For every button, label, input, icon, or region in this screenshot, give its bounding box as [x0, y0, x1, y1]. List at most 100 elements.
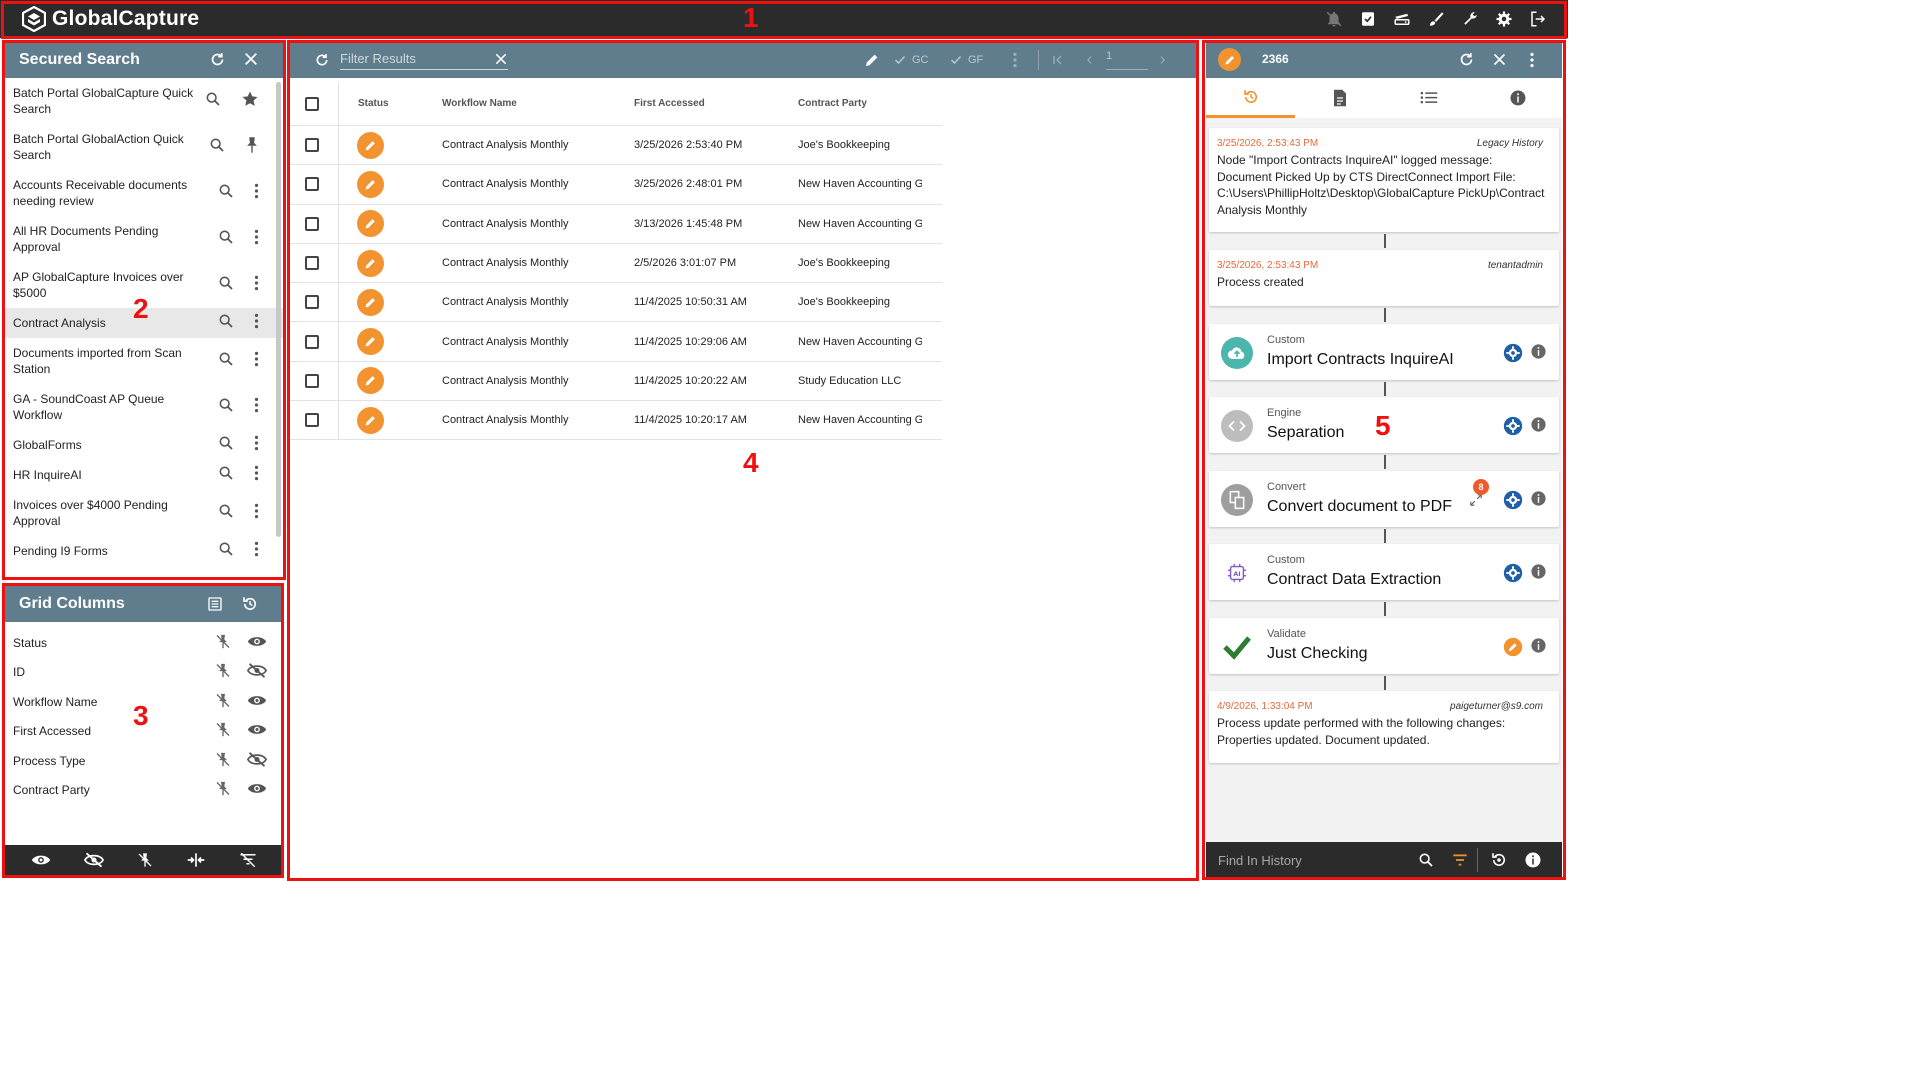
search-icon[interactable]	[218, 313, 234, 333]
row-checkbox[interactable]	[305, 244, 319, 282]
workflow-node[interactable]: AI Custom Contract Data Extraction	[1209, 544, 1559, 600]
more-vert-icon[interactable]	[1012, 52, 1018, 71]
header-workflow-name[interactable]: Workflow Name	[442, 82, 517, 125]
approve-gf-button[interactable]: GF	[950, 42, 983, 78]
show-all-eye-icon[interactable]	[31, 853, 51, 870]
row-checkbox[interactable]	[305, 205, 319, 243]
pending-edit-status-icon[interactable]	[357, 367, 384, 395]
more-icon[interactable]	[254, 397, 259, 417]
header-contract-party[interactable]: Contract Party	[798, 82, 867, 125]
visible-eye-icon[interactable]	[247, 723, 267, 740]
hide-all-eye-off-icon[interactable]	[84, 852, 105, 871]
header-first-accessed[interactable]: First Accessed	[634, 82, 705, 125]
pending-edit-status-icon[interactable]	[357, 210, 384, 238]
node-info-icon[interactable]	[1530, 490, 1547, 510]
node-settings-gear-icon[interactable]	[1503, 416, 1523, 439]
workflow-node[interactable]: Convert Convert document to PDF 8	[1209, 471, 1559, 527]
pin-icon[interactable]	[245, 136, 259, 158]
row-checkbox[interactable]	[305, 401, 319, 439]
more-icon[interactable]	[254, 351, 259, 371]
row-checkbox[interactable]	[305, 283, 319, 321]
more-icon[interactable]	[254, 183, 259, 203]
search-icon[interactable]	[209, 137, 225, 157]
node-settings-gear-icon[interactable]	[1503, 343, 1523, 366]
search-list-item[interactable]: GA - SoundCoast AP Queue Workflow	[5, 384, 283, 430]
search-icon[interactable]	[218, 397, 234, 417]
more-icon[interactable]	[254, 465, 259, 485]
search-list-item[interactable]: Batch Portal GlobalCapture Quick Search	[5, 78, 283, 124]
task-check-icon[interactable]	[1358, 9, 1378, 29]
more-icon[interactable]	[254, 313, 259, 333]
pending-edit-status-icon[interactable]	[357, 131, 384, 159]
search-icon[interactable]	[205, 91, 221, 111]
node-info-icon[interactable]	[1530, 563, 1547, 583]
unpin-icon[interactable]	[215, 691, 231, 712]
brush-icon[interactable]	[1426, 9, 1446, 29]
more-icon[interactable]	[254, 229, 259, 249]
search-icon[interactable]	[218, 351, 234, 371]
tab-document[interactable]	[1295, 78, 1384, 118]
select-all-checkbox[interactable]	[305, 82, 319, 125]
pending-edit-status-icon[interactable]	[357, 288, 384, 316]
filter-icon[interactable]	[1452, 853, 1468, 870]
page-number[interactable]: 1	[1106, 42, 1148, 70]
expand-icon[interactable]	[1469, 493, 1483, 510]
star-icon[interactable]	[241, 90, 259, 112]
search-icon[interactable]	[218, 229, 234, 249]
sync-history-icon[interactable]	[1490, 851, 1508, 872]
hidden-eye-off-icon[interactable]	[246, 663, 268, 682]
refresh-icon[interactable]	[209, 51, 226, 71]
search-scrollbar[interactable]	[276, 82, 281, 537]
find-in-history-input[interactable]	[1218, 850, 1398, 870]
table-row[interactable]: Contract Analysis Monthly 3/25/2026 2:53:…	[290, 126, 942, 166]
visible-eye-icon[interactable]	[247, 782, 267, 799]
wrench-icon[interactable]	[1460, 9, 1480, 29]
list-view-icon[interactable]	[207, 596, 223, 615]
filter-results-input[interactable]	[340, 48, 508, 70]
table-row[interactable]: Contract Analysis Monthly 3/25/2026 2:48:…	[290, 165, 942, 205]
table-row[interactable]: Contract Analysis Monthly 11/4/2025 10:50…	[290, 283, 942, 323]
app-logo[interactable]: GlobalCapture	[22, 6, 199, 32]
search-list-item[interactable]: Accounts Receivable documents needing re…	[5, 170, 283, 216]
node-settings-gear-icon[interactable]	[1503, 563, 1523, 586]
row-checkbox[interactable]	[305, 165, 319, 203]
row-checkbox[interactable]	[305, 126, 319, 164]
unpin-icon[interactable]	[215, 662, 231, 683]
pending-edit-status-icon[interactable]	[357, 249, 384, 277]
search-list-item[interactable]: Batch Portal GlobalAction Quick Search	[5, 124, 283, 170]
settings-gear-icon[interactable]	[1494, 9, 1514, 29]
more-icon[interactable]	[254, 503, 259, 523]
visible-eye-icon[interactable]	[247, 634, 267, 651]
tab-properties[interactable]	[1384, 78, 1473, 118]
search-icon[interactable]	[218, 541, 234, 561]
close-icon[interactable]	[243, 51, 259, 70]
more-icon[interactable]	[254, 541, 259, 561]
tab-history[interactable]	[1206, 78, 1295, 118]
next-page-icon[interactable]	[1158, 53, 1168, 70]
search-icon[interactable]	[218, 183, 234, 203]
search-list-item[interactable]: Invoices over $4000 Pending Approval	[5, 490, 283, 536]
clear-filter-icon[interactable]	[494, 52, 508, 69]
workflow-node[interactable]: Validate Just Checking	[1209, 618, 1559, 674]
scanner-icon[interactable]	[1392, 9, 1412, 29]
unpin-all-icon[interactable]	[137, 851, 153, 872]
search-icon[interactable]	[1418, 852, 1434, 871]
unpin-icon[interactable]	[215, 780, 231, 801]
search-icon[interactable]	[218, 465, 234, 485]
row-checkbox[interactable]	[305, 322, 319, 360]
autosize-columns-icon[interactable]	[186, 852, 206, 871]
notifications-off-icon[interactable]	[1324, 9, 1344, 29]
table-row[interactable]: Contract Analysis Monthly 2/5/2026 3:01:0…	[290, 243, 942, 284]
pending-edit-status-icon[interactable]	[357, 328, 384, 356]
search-list-item[interactable]: All HR Documents Pending Approval	[5, 216, 283, 262]
pending-edit-status-icon[interactable]	[357, 406, 384, 434]
edit-pencil-icon[interactable]	[864, 52, 880, 71]
table-row[interactable]: Contract Analysis Monthly 3/13/2026 1:45:…	[290, 204, 942, 244]
search-list-item[interactable]: Pending I9 Forms	[5, 536, 283, 566]
table-row[interactable]: Contract Analysis Monthly 11/4/2025 10:20…	[290, 401, 942, 441]
search-icon[interactable]	[218, 435, 234, 455]
table-row[interactable]: Contract Analysis Monthly 11/4/2025 10:29…	[290, 322, 942, 362]
reset-history-icon[interactable]	[241, 595, 259, 616]
refresh-icon[interactable]	[314, 52, 330, 71]
search-list-item[interactable]: HR InquireAI	[5, 460, 283, 490]
